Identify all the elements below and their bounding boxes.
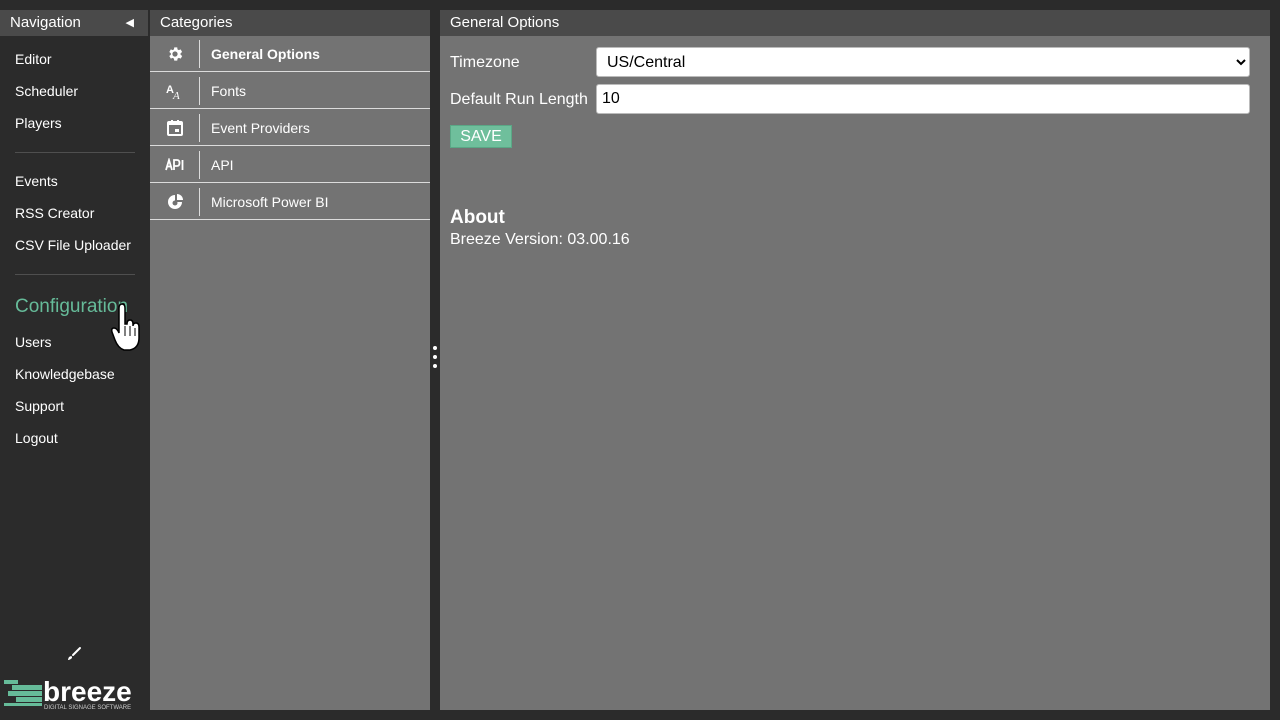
- general-options-panel: General Options Timezone US/Central Defa…: [440, 10, 1270, 710]
- paintbrush-icon[interactable]: [66, 646, 82, 662]
- svg-text:A: A: [172, 90, 180, 100]
- category-label: Fonts: [211, 83, 247, 99]
- save-button[interactable]: SAVE: [450, 125, 512, 148]
- nav-item-events[interactable]: Events: [15, 173, 58, 189]
- categories-header: Categories: [150, 10, 430, 36]
- about-title: About: [450, 207, 505, 228]
- nav-divider: [15, 274, 135, 275]
- run-length-label: Default Run Length: [450, 91, 588, 108]
- nav-item-csv-uploader[interactable]: CSV File Uploader: [15, 237, 131, 253]
- nav-item-scheduler[interactable]: Scheduler: [15, 83, 78, 99]
- hand-cursor-icon: [111, 303, 140, 351]
- nav-item-logout[interactable]: Logout: [15, 430, 58, 446]
- navigation-panel: Navigation ◀ Editor Scheduler Players Ev…: [0, 10, 148, 720]
- category-label: API: [211, 157, 234, 173]
- category-fonts[interactable]: A A Fonts: [150, 73, 430, 109]
- nav-item-users[interactable]: Users: [15, 334, 52, 350]
- nav-divider: [15, 152, 135, 153]
- category-power-bi[interactable]: Microsoft Power BI: [150, 184, 430, 220]
- timezone-select[interactable]: US/Central: [596, 47, 1250, 77]
- collapse-arrow-icon[interactable]: ◀: [126, 10, 134, 36]
- category-label: General Options: [211, 46, 320, 62]
- nav-item-players[interactable]: Players: [15, 115, 62, 131]
- breeze-logo: breeze DIGITAL SIGNAGE SOFTWARE: [4, 676, 132, 711]
- gear-icon: [168, 47, 182, 61]
- timezone-label: Timezone: [450, 54, 520, 71]
- navigation-header: Navigation ◀: [0, 10, 148, 36]
- calendar-icon: [166, 120, 183, 136]
- category-api[interactable]: API: [150, 147, 430, 183]
- category-label: Event Providers: [211, 120, 310, 136]
- category-label: Microsoft Power BI: [211, 194, 329, 210]
- power-bi-icon: [167, 194, 183, 209]
- category-general-options[interactable]: General Options: [150, 36, 430, 72]
- panel-resize-handle[interactable]: [432, 346, 438, 376]
- font-icon: A A: [166, 84, 180, 100]
- nav-item-support[interactable]: Support: [15, 398, 64, 414]
- category-event-providers[interactable]: Event Providers: [150, 110, 430, 146]
- panel-title: General Options: [440, 10, 1270, 36]
- categories-panel: Categories General Options A A Fonts Eve…: [150, 10, 430, 710]
- nav-item-rss-creator[interactable]: RSS Creator: [15, 205, 94, 221]
- nav-item-editor[interactable]: Editor: [15, 51, 52, 67]
- run-length-input[interactable]: [596, 84, 1250, 114]
- logo-tagline: DIGITAL SIGNAGE SOFTWARE: [44, 705, 131, 711]
- version-text: Breeze Version: 03.00.16: [450, 231, 630, 248]
- navigation-title: Navigation: [10, 14, 81, 31]
- logo-brand: breeze: [43, 676, 132, 707]
- api-icon: [164, 158, 183, 171]
- nav-item-knowledgebase[interactable]: Knowledgebase: [15, 366, 115, 382]
